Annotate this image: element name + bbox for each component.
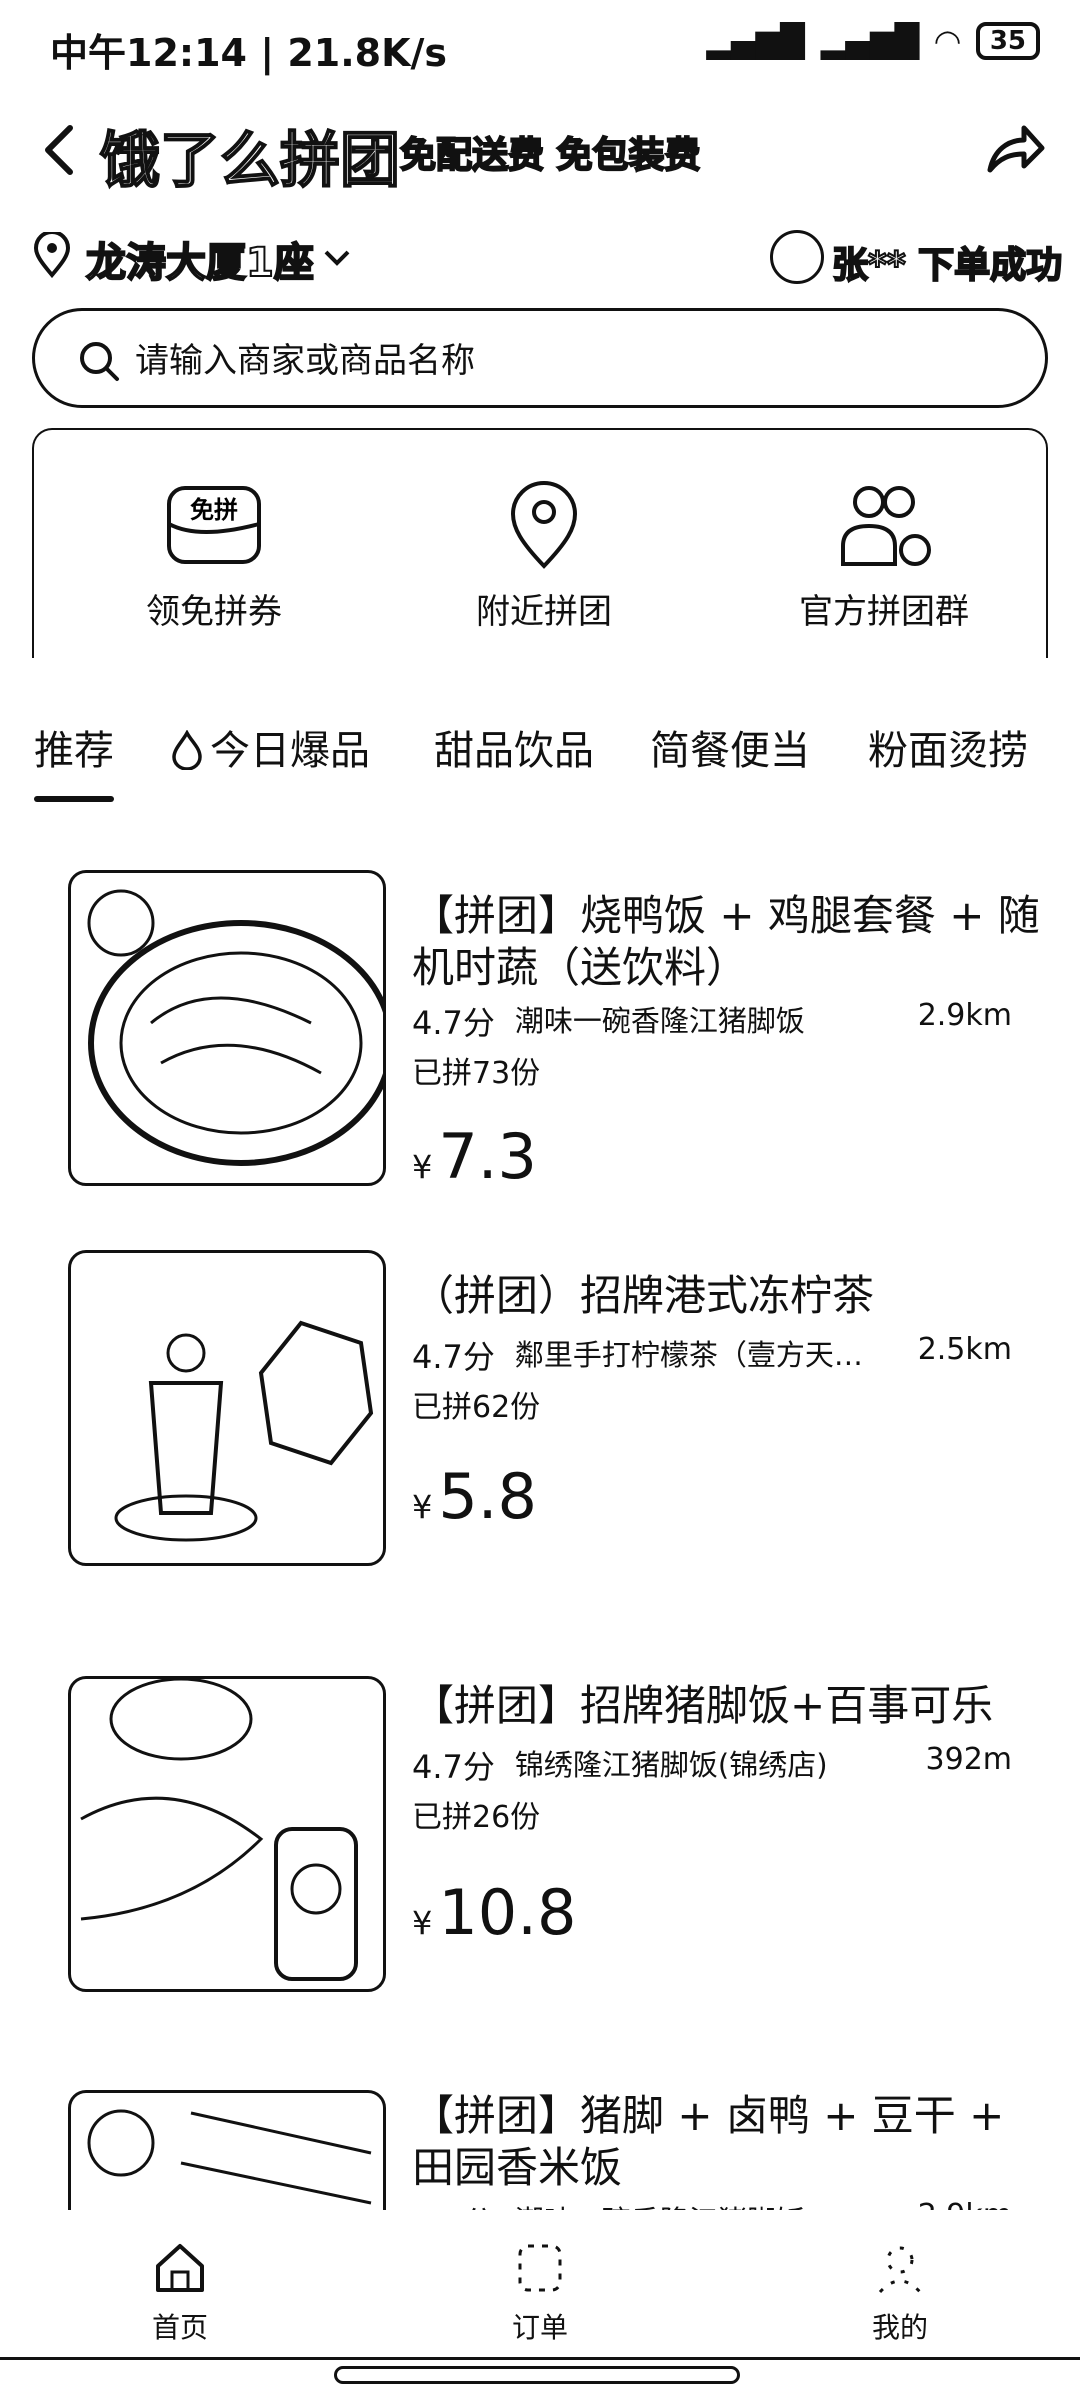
signal-icon: ▂▄▆█ <box>706 22 805 60</box>
product-shop: 潮味一碗香隆江猪脚饭 <box>515 2198 898 2210</box>
home-indicator[interactable] <box>334 2366 740 2384</box>
category-tabs: 推荐 今日爆品 甜品饮品 简餐便当 粉面烫捞 <box>0 710 1080 802</box>
currency-symbol: ¥ <box>412 1148 433 1186</box>
product-rating: 4.7分 <box>412 2198 495 2210</box>
status-left: 中午12:14 | 21.8K/s <box>50 31 448 75</box>
currency-symbol: ¥ <box>412 1904 433 1942</box>
quick-official-group[interactable]: 官方拼团群 <box>754 480 1014 633</box>
location-pin-icon <box>33 232 71 278</box>
signal-icon-2: ▂▄▆█ <box>820 22 920 60</box>
tab-label: 今日爆品 <box>210 728 370 774</box>
product-meta: 4.7分 潮味一碗香隆江猪脚饭 2.9km <box>412 2198 1012 2210</box>
nav-label: 首页 <box>151 2311 208 2344</box>
brand-title: 饿了么拼团 <box>99 125 401 197</box>
battery-icon: 35 <box>975 22 1040 60</box>
product-sold: 已拼62份 <box>412 1390 541 1425</box>
product-title: 【拼团】猪脚 + 卤鸭 + 豆干 + 田园香米饭 <box>412 2091 1005 2192</box>
product-title: （拼团）招牌港式冻柠茶 <box>412 1271 875 1320</box>
tab-hot[interactable]: 今日爆品 <box>170 718 370 776</box>
avatar <box>770 230 824 284</box>
status-right: ▂▄▆█ ▂▄▆█ ◠ 35 <box>706 22 1040 60</box>
currency-symbol: ¥ <box>412 1488 433 1526</box>
orders-icon <box>518 2244 562 2292</box>
search-input[interactable] <box>135 331 985 391</box>
product-distance: 2.5km <box>917 1332 1012 1367</box>
location-name[interactable]: 龙涛大厦1座 <box>85 230 315 288</box>
product-image <box>68 1676 386 1992</box>
product-list: 【拼团】烧鸭饭 + 鸡腿套餐 + 随机时蔬（送饮料） 4.7分 潮味一碗香隆江猪… <box>0 840 1080 2210</box>
product-item[interactable]: 【拼团】烧鸭饭 + 鸡腿套餐 + 随机时蔬（送饮料） 4.7分 潮味一碗香隆江猪… <box>0 870 1080 1270</box>
status-bar: 中午12:14 | 21.8K/s ▂▄▆█ ▂▄▆█ ◠ 35 <box>0 0 1080 100</box>
flame-icon <box>172 730 202 770</box>
search-icon <box>80 342 119 381</box>
product-image <box>68 2090 386 2210</box>
product-rating: 4.7分 <box>412 1748 495 1786</box>
status-speed: 21.8K/s <box>287 31 448 75</box>
product-image <box>68 870 386 1186</box>
product-item[interactable]: （拼团）招牌港式冻柠茶 4.7分 鄰里手打柠檬茶（壹方天… 2.5km 已拼62… <box>0 1250 1080 1670</box>
product-price: ¥10.8 <box>412 1876 576 1949</box>
product-image <box>68 1250 386 1566</box>
price-value: 5.8 <box>438 1460 537 1533</box>
tab-recommend[interactable]: 推荐 <box>34 718 114 802</box>
coupon-badge: 免拼 <box>190 496 238 524</box>
bottom-nav: 首页 订单 我的 <box>0 2210 1080 2360</box>
product-title: 【拼团】招牌猪脚饭+百事可乐 <box>412 1681 994 1730</box>
map-pin-icon <box>510 481 578 569</box>
quick-actions-card: 免拼 领免拼券 附近拼团 官方拼团群 <box>32 428 1048 658</box>
home-icon <box>156 2244 204 2292</box>
quick-label: 官方拼团群 <box>799 592 969 632</box>
wifi-icon: ◠ <box>935 22 960 60</box>
nav-label: 订单 <box>511 2311 568 2344</box>
product-item[interactable]: 【拼团】猪脚 + 卤鸭 + 豆干 + 田园香米饭 4.7分 潮味一碗香隆江猪脚饭… <box>0 2090 1080 2210</box>
nav-profile[interactable]: 我的 <box>820 2240 980 2346</box>
product-rating: 4.7分 <box>412 1338 495 1376</box>
product-meta: 4.7分 鄰里手打柠檬茶（壹方天… 2.5km <box>412 1332 1012 1378</box>
product-distance: 2.9km <box>918 2198 1012 2210</box>
tab-dessert[interactable]: 甜品饮品 <box>434 718 594 776</box>
header: 饿了么拼团 免配送费 免包装费 <box>0 100 1080 210</box>
profile-icon <box>878 2246 922 2294</box>
quick-free-coupon[interactable]: 免拼 领免拼券 <box>84 480 344 633</box>
group-icon <box>841 486 931 566</box>
search-bar[interactable] <box>32 308 1048 408</box>
product-shop: 潮味一碗香隆江猪脚饭 <box>514 1004 805 1038</box>
product-distance: 2.9km <box>917 998 1012 1033</box>
share-icon[interactable] <box>980 114 1050 184</box>
product-distance: 392m <box>925 1742 1012 1777</box>
product-price: ¥7.3 <box>412 1120 537 1193</box>
product-item[interactable]: 【拼团】招牌猪脚饭+百事可乐 4.7分 锦绣隆江猪脚饭(锦绣店) 392m 已拼… <box>0 1676 1080 2080</box>
quick-label: 领免拼券 <box>146 592 282 632</box>
tab-meal[interactable]: 简餐便当 <box>650 718 810 776</box>
header-tagline: 免配送费 免包装费 <box>399 134 702 177</box>
coupon-icon: 免拼 <box>167 486 261 564</box>
location-row: 龙涛大厦1座 张** 下单成功 <box>0 222 1080 302</box>
order-ticker: 张** 下单成功 <box>831 244 1063 287</box>
status-time: 中午12:14 <box>50 31 247 75</box>
back-icon[interactable] <box>30 110 90 190</box>
product-sold: 已拼73份 <box>412 1056 541 1091</box>
product-sold: 已拼26份 <box>412 1800 541 1835</box>
product-meta: 4.7分 锦绣隆江猪脚饭(锦绣店) 392m <box>412 1742 1012 1788</box>
price-value: 10.8 <box>438 1876 577 1949</box>
nav-home[interactable]: 首页 <box>100 2240 260 2346</box>
quick-nearby[interactable]: 附近拼团 <box>414 480 674 633</box>
product-title: 【拼团】烧鸭饭 + 鸡腿套餐 + 随机时蔬（送饮料） <box>412 891 1040 992</box>
product-price: ¥5.8 <box>412 1460 537 1533</box>
product-rating: 4.7分 <box>412 1004 495 1042</box>
product-shop: 锦绣隆江猪脚饭(锦绣店) <box>514 1748 828 1782</box>
quick-label: 附近拼团 <box>476 592 612 632</box>
tab-noodles[interactable]: 粉面烫捞 <box>868 718 1028 776</box>
product-meta: 4.7分 潮味一碗香隆江猪脚饭 2.9km <box>412 998 1012 1044</box>
chevron-down-icon[interactable] <box>322 248 352 268</box>
nav-label: 我的 <box>871 2311 928 2344</box>
nav-orders[interactable]: 订单 <box>460 2240 620 2346</box>
price-value: 7.3 <box>438 1120 537 1193</box>
product-shop: 鄰里手打柠檬茶（壹方天… <box>514 1338 863 1372</box>
